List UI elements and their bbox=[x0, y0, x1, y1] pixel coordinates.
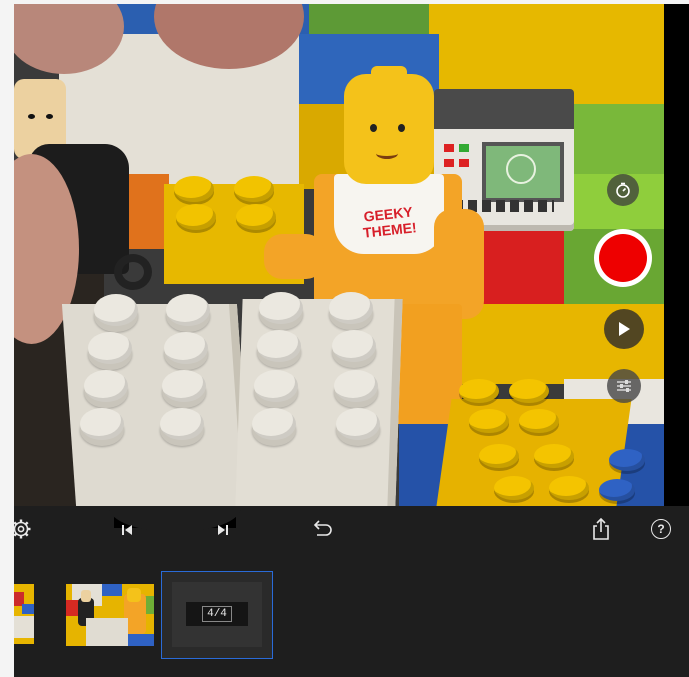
left-figure-hand bbox=[114, 254, 152, 290]
panel-button-red bbox=[444, 159, 454, 167]
white-brick-right bbox=[235, 299, 403, 506]
yellow-stud bbox=[534, 444, 574, 468]
figure-head bbox=[344, 74, 434, 184]
side-strip bbox=[664, 4, 689, 506]
white-stud bbox=[84, 370, 128, 402]
frame-thumb-blue-base bbox=[128, 634, 154, 646]
sliders-icon bbox=[617, 380, 631, 392]
settings-button[interactable] bbox=[14, 518, 32, 540]
panel-button-red bbox=[459, 159, 469, 167]
frame-thumb-figure-head bbox=[81, 590, 91, 602]
brick-green-top bbox=[309, 4, 429, 34]
yellow-stud bbox=[494, 476, 534, 500]
skip-forward-icon bbox=[218, 525, 228, 535]
figure-eye bbox=[398, 124, 405, 132]
yellow-stud bbox=[519, 409, 559, 433]
white-stud bbox=[88, 332, 132, 364]
white-stud bbox=[162, 370, 206, 402]
help-icon: ? bbox=[657, 522, 665, 536]
white-stud bbox=[254, 370, 298, 402]
white-stud bbox=[252, 408, 296, 440]
frame-thumb-white bbox=[14, 616, 34, 638]
frame-thumb-white-bricks bbox=[86, 618, 128, 646]
yellow-stud bbox=[459, 379, 499, 403]
previous-frame-button[interactable] bbox=[118, 521, 136, 539]
figure-arm-left bbox=[264, 234, 324, 279]
frame-thumb-blue bbox=[22, 604, 34, 614]
white-stud bbox=[259, 292, 303, 324]
blue-stud bbox=[599, 479, 635, 501]
left-figure-eye bbox=[46, 114, 53, 119]
panel-button-red bbox=[444, 144, 454, 152]
frame-counter-box: 4/4 bbox=[186, 602, 248, 626]
left-figure-eye bbox=[28, 114, 35, 119]
frame-current-inner: 4/4 bbox=[172, 582, 262, 647]
frame-thumb-figure-yellow-head bbox=[127, 588, 141, 602]
adjust-button[interactable] bbox=[607, 369, 641, 403]
white-stud bbox=[334, 370, 378, 402]
yellow-stud bbox=[236, 204, 276, 230]
play-icon bbox=[619, 322, 630, 336]
yellow-stud bbox=[479, 444, 519, 468]
app-window: GEEKY THEME! ? 4/4 bbox=[14, 4, 689, 677]
record-button[interactable] bbox=[594, 229, 652, 287]
share-button[interactable] bbox=[590, 516, 612, 542]
timeline-frame-2[interactable] bbox=[66, 584, 154, 646]
figure-eye bbox=[370, 124, 377, 132]
figure-head-stud bbox=[371, 66, 407, 84]
yellow-stud bbox=[509, 379, 549, 403]
blue-stud bbox=[609, 449, 645, 471]
camera-viewfinder[interactable]: GEEKY THEME! bbox=[14, 4, 664, 506]
yellow-stud bbox=[234, 176, 274, 202]
yellow-stud bbox=[469, 409, 509, 433]
frame-thumb-blue bbox=[102, 584, 122, 596]
timer-icon bbox=[616, 182, 630, 198]
panel-button-green bbox=[459, 144, 469, 152]
timeline-frame-1[interactable] bbox=[14, 584, 34, 644]
white-stud bbox=[166, 294, 210, 326]
white-stud bbox=[336, 408, 380, 440]
yellow-stud bbox=[549, 476, 589, 500]
monitor-crosshair bbox=[506, 154, 536, 184]
white-stud bbox=[80, 408, 124, 440]
white-stud bbox=[257, 330, 301, 362]
white-stud bbox=[332, 330, 376, 362]
control-panel-top bbox=[434, 89, 574, 129]
figure-arm-right bbox=[434, 209, 484, 319]
white-stud bbox=[94, 294, 138, 326]
help-button[interactable]: ? bbox=[651, 519, 671, 539]
frame-timeline[interactable]: 4/4 bbox=[14, 554, 689, 677]
undo-icon bbox=[313, 520, 332, 536]
white-stud bbox=[160, 408, 204, 440]
frame-counter: 4/4 bbox=[202, 606, 232, 622]
gear-icon bbox=[14, 519, 31, 539]
yellow-stud bbox=[174, 176, 214, 202]
share-icon bbox=[593, 517, 609, 540]
skip-back-icon bbox=[122, 525, 132, 535]
figure-mouth bbox=[376, 148, 398, 159]
white-stud bbox=[329, 292, 373, 324]
white-stud bbox=[164, 332, 208, 364]
toolbar: ? bbox=[14, 506, 689, 554]
timeline-frame-current[interactable]: 4/4 bbox=[161, 571, 273, 659]
white-brick-left bbox=[61, 304, 252, 506]
play-button[interactable] bbox=[604, 309, 644, 349]
yellow-stud bbox=[176, 204, 216, 230]
record-icon bbox=[599, 234, 647, 282]
timer-button[interactable] bbox=[607, 174, 639, 206]
next-frame-button[interactable] bbox=[214, 521, 232, 539]
undo-button[interactable] bbox=[311, 518, 335, 540]
